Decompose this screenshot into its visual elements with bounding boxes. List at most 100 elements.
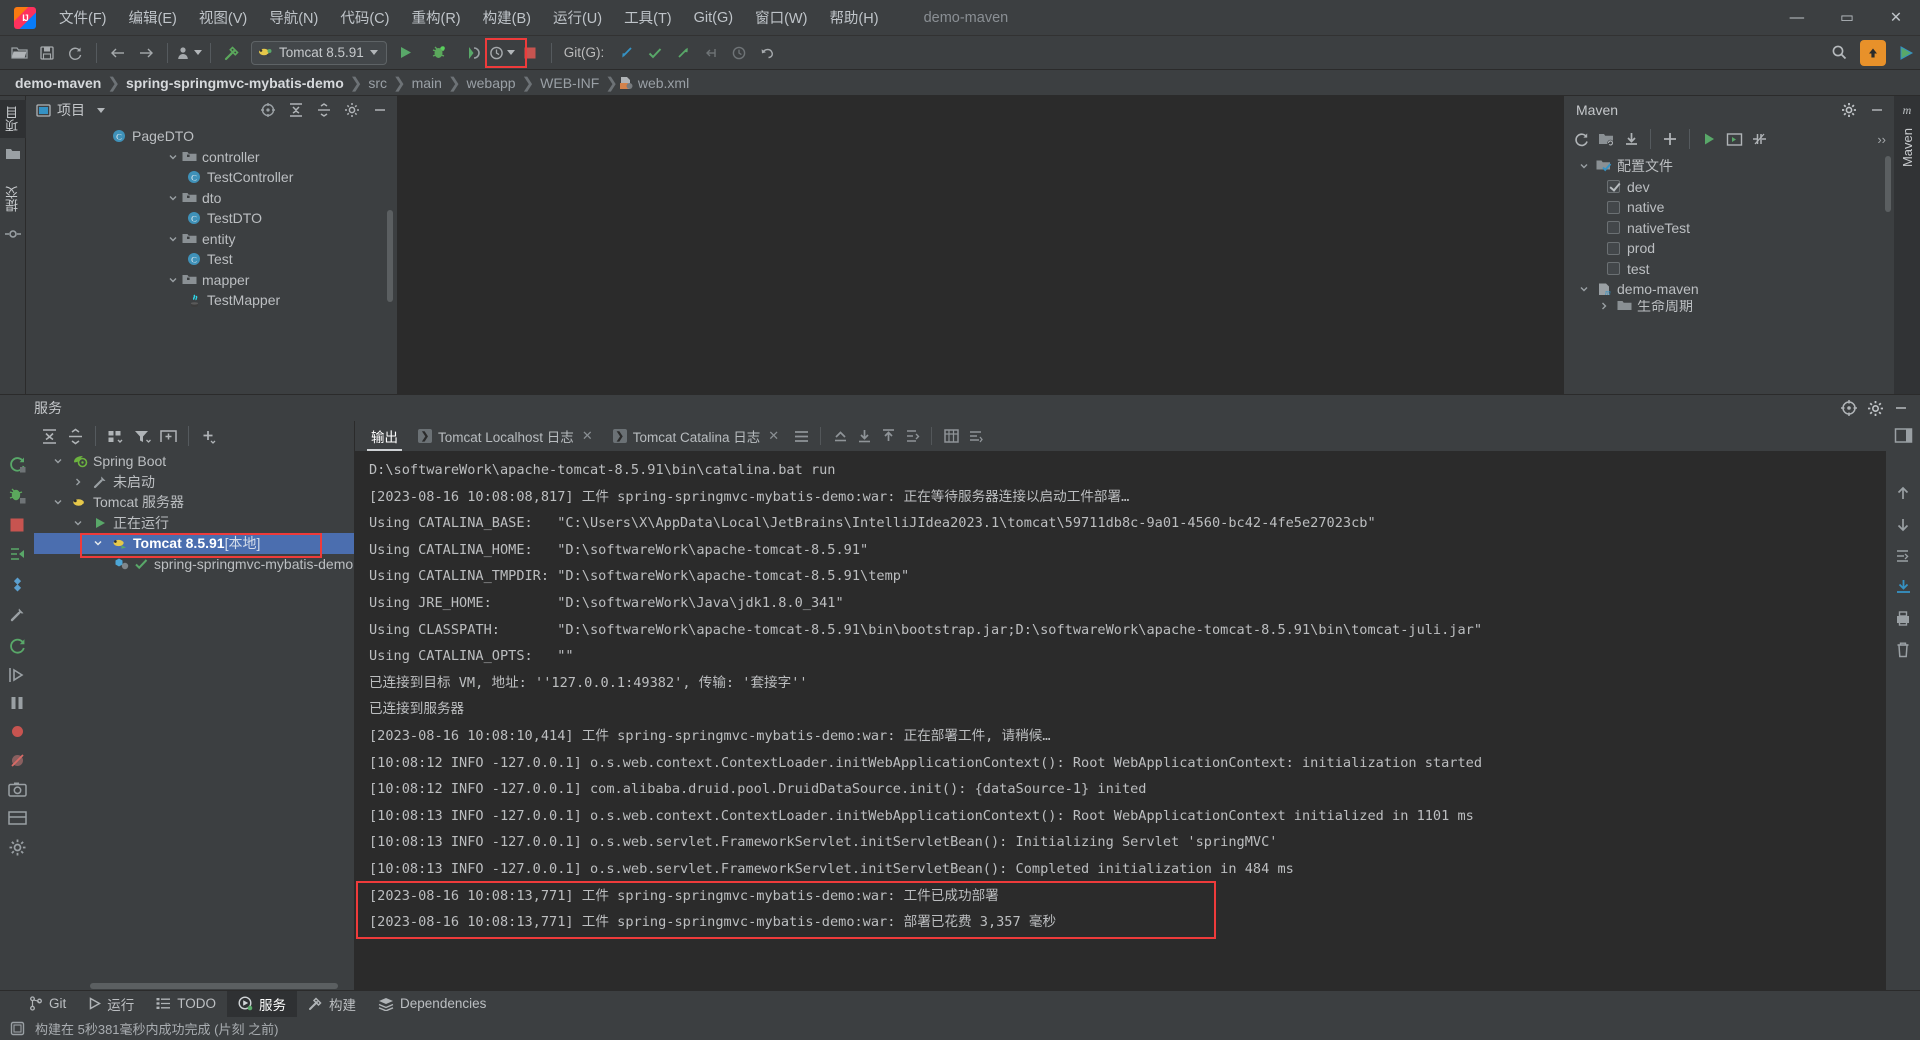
breadcrumb-item-webinf[interactable]: WEB-INF xyxy=(535,75,604,91)
bottom-tab-dependencies[interactable]: Dependencies xyxy=(367,991,497,1017)
git-update-project-icon[interactable] xyxy=(614,40,640,66)
chevron-down-icon[interactable] xyxy=(50,494,66,510)
tree-row[interactable]: mapper xyxy=(26,270,397,291)
service-row-running[interactable]: 正在运行 xyxy=(34,513,354,534)
breadcrumb-item-src[interactable]: src xyxy=(363,75,392,91)
jump-to-source-icon[interactable] xyxy=(8,545,27,564)
update-available-icon[interactable] xyxy=(1860,39,1886,66)
commit-node-icon[interactable] xyxy=(3,224,23,244)
menu-build[interactable]: 构建(B) xyxy=(472,4,542,31)
console-output[interactable]: D:\softwareWork\apache-tomcat-8.5.91\bin… xyxy=(355,451,1886,990)
tree-row[interactable]: entity xyxy=(26,229,397,250)
select-opened-file-icon[interactable] xyxy=(257,99,279,121)
menu-window[interactable]: 窗口(W) xyxy=(744,4,818,31)
maven-hide-panel-icon[interactable] xyxy=(1866,99,1888,121)
maven-profile-checkbox-test[interactable] xyxy=(1607,262,1620,276)
tree-row[interactable]: dto xyxy=(26,188,397,209)
clear-all-trash-icon[interactable] xyxy=(1894,641,1912,659)
maven-tree-row[interactable]: m demo-maven xyxy=(1564,279,1894,300)
chevron-down-icon[interactable] xyxy=(90,535,106,551)
save-all-icon[interactable] xyxy=(34,40,60,66)
menu-file[interactable]: 文件(F) xyxy=(48,4,118,31)
tool-tab-commit[interactable]: 提交 xyxy=(0,180,26,218)
maven-tree-row[interactable]: prod xyxy=(1564,238,1894,259)
tool-tab-project[interactable]: 项目 xyxy=(0,100,26,138)
run-configuration-selector[interactable]: Tomcat 8.5.91 xyxy=(251,40,387,65)
menu-run[interactable]: 运行(U) xyxy=(542,4,613,31)
breadcrumb-item-webxml[interactable]: web.xml xyxy=(638,75,694,91)
collapse-all-icon[interactable] xyxy=(64,425,86,447)
bottom-tab-run[interactable]: 运行 xyxy=(77,991,145,1017)
maven-toolbar-overflow-button[interactable]: ›› xyxy=(1877,132,1894,147)
bottom-tab-services[interactable]: 服务 xyxy=(227,990,298,1017)
chevron-right-icon[interactable] xyxy=(1596,300,1612,312)
tree-row[interactable]: C PageDTO xyxy=(26,126,397,147)
screenshot-icon[interactable] xyxy=(7,781,27,798)
chevron-down-icon[interactable] xyxy=(165,190,181,206)
maven-reload-icon[interactable] xyxy=(1570,128,1592,150)
group-by-icon[interactable] xyxy=(105,425,127,447)
breadcrumb-item-demo-maven[interactable]: demo-maven xyxy=(10,75,106,91)
debug-button[interactable] xyxy=(427,40,453,66)
tree-row[interactable]: TestMapper xyxy=(26,290,397,311)
git-rollback-icon[interactable] xyxy=(698,40,724,66)
sort-icon[interactable] xyxy=(963,424,987,448)
git-history-icon[interactable] xyxy=(726,40,752,66)
scroll-to-start-icon[interactable] xyxy=(876,424,900,448)
maven-profile-checkbox-nativetest[interactable] xyxy=(1607,221,1620,235)
maven-tree-row[interactable]: dev xyxy=(1564,177,1894,198)
ide-settings-icon[interactable] xyxy=(1894,40,1920,66)
chevron-right-icon[interactable] xyxy=(70,474,86,490)
stop-process-icon[interactable] xyxy=(9,517,25,533)
services-tree[interactable]: Spring Boot 未启动 Tomcat 服务器 正在运行 Tomcat 8… xyxy=(34,451,354,982)
breadcrumb-item-main[interactable]: main xyxy=(407,75,447,91)
editor-area[interactable] xyxy=(398,96,1564,394)
scroll-up-side-icon[interactable] xyxy=(1894,484,1912,502)
tree-row[interactable]: C TestDTO xyxy=(26,208,397,229)
run-with-coverage-button[interactable] xyxy=(461,40,487,66)
chevron-down-icon[interactable] xyxy=(369,50,378,55)
hide-panel-icon[interactable] xyxy=(369,99,391,121)
project-tree[interactable]: C PageDTO controller C TestController dt… xyxy=(26,124,397,394)
maven-profile-checkbox-native[interactable] xyxy=(1607,200,1620,214)
service-row-tomcat-instance[interactable]: Tomcat 8.5.91 [本地] xyxy=(34,533,354,554)
soft-wrap-icon[interactable] xyxy=(789,424,813,448)
chevron-down-icon[interactable] xyxy=(1576,158,1592,174)
menu-edit[interactable]: 编辑(E) xyxy=(118,4,188,31)
services-tree-hscrollbar[interactable] xyxy=(34,982,354,990)
services-settings-gear-icon[interactable] xyxy=(1864,397,1886,419)
soft-wrap-toggle-icon[interactable] xyxy=(900,424,924,448)
navigate-back-icon[interactable] xyxy=(105,40,131,66)
maven-add-icon[interactable] xyxy=(1659,128,1681,150)
scroll-down-side-icon[interactable] xyxy=(1894,516,1912,534)
maven-profile-checkbox-dev[interactable] xyxy=(1607,180,1620,194)
service-row-not-started[interactable]: 未启动 xyxy=(34,472,354,493)
run-button[interactable] xyxy=(393,40,419,66)
stop-button[interactable] xyxy=(517,40,543,66)
thread-dump-icon[interactable] xyxy=(9,576,26,593)
restart-icon[interactable] xyxy=(8,636,27,655)
services-target-icon[interactable] xyxy=(1838,397,1860,419)
maven-tree-row[interactable]: test xyxy=(1564,259,1894,280)
chevron-down-icon[interactable] xyxy=(165,272,181,288)
layout-icon[interactable] xyxy=(7,810,27,826)
maven-tree[interactable]: 配置文件 dev native nativeTest prod test m d… xyxy=(1564,154,1894,394)
tab-tomcat-localhost-log[interactable]: ❯ Tomcat Localhost 日志 ✕ xyxy=(408,421,603,451)
tree-row[interactable]: controller xyxy=(26,147,397,168)
close-icon[interactable]: ✕ xyxy=(582,428,593,444)
tab-tomcat-catalina-log[interactable]: ❯ Tomcat Catalina 日志 ✕ xyxy=(603,421,789,451)
menu-navigate[interactable]: 导航(N) xyxy=(258,4,329,31)
undo-icon[interactable] xyxy=(754,40,780,66)
maven-add-folder-icon[interactable] xyxy=(1595,128,1617,150)
scroll-to-end-side-icon[interactable] xyxy=(1894,578,1913,596)
pause-program-icon[interactable] xyxy=(9,695,25,711)
project-tree-scrollbar[interactable] xyxy=(387,210,393,302)
maven-tree-row[interactable]: 配置文件 xyxy=(1564,156,1894,177)
menu-view[interactable]: 视图(V) xyxy=(188,4,258,31)
maven-settings-gear-icon[interactable] xyxy=(1838,99,1860,121)
status-window-icon[interactable] xyxy=(10,1021,25,1036)
view-breakpoints-icon[interactable] xyxy=(9,723,26,740)
scroll-to-end-icon[interactable] xyxy=(852,424,876,448)
git-push-icon[interactable] xyxy=(670,40,696,66)
filter-icon[interactable] xyxy=(131,425,153,447)
